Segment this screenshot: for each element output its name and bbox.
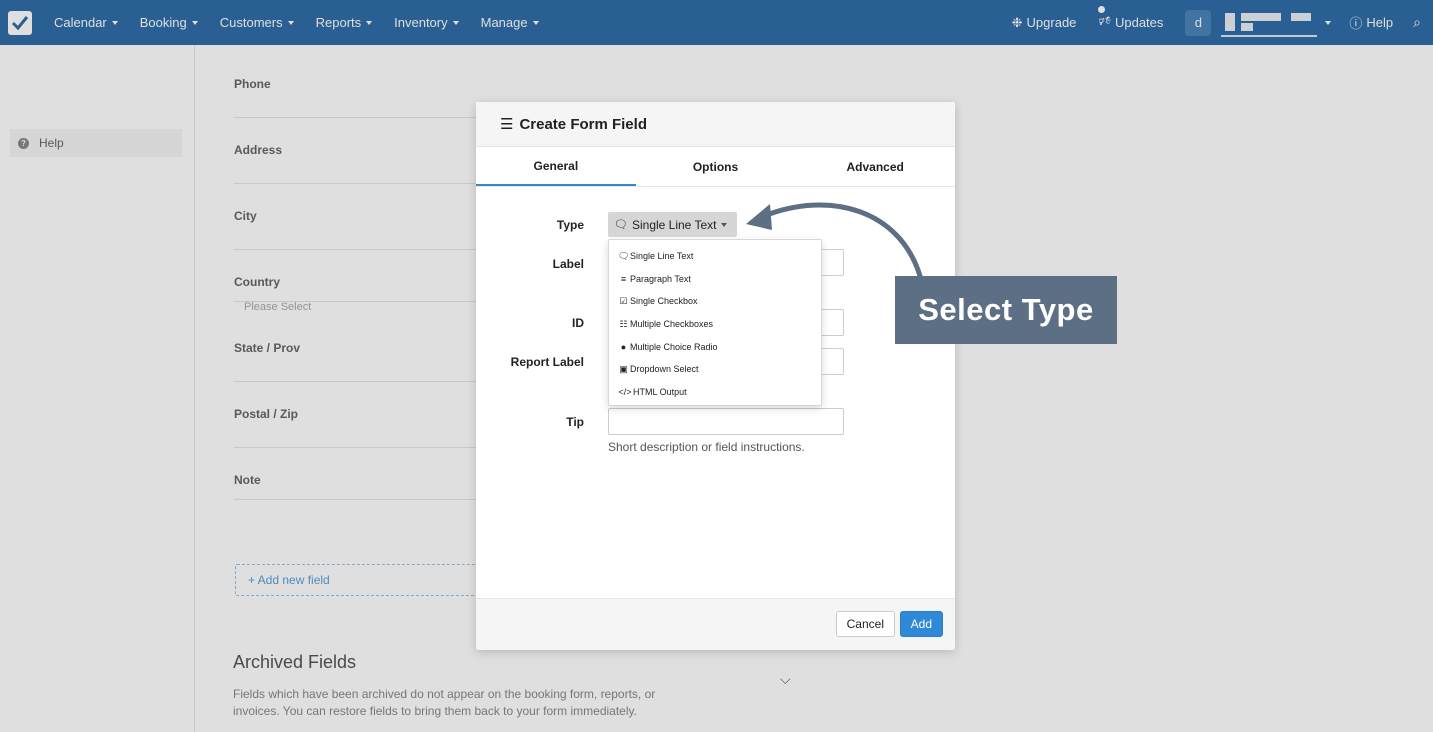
paragraph-icon: ≡ bbox=[620, 273, 627, 284]
add-button[interactable]: Add bbox=[899, 611, 943, 637]
speech-bubble-icon: 🗨 bbox=[614, 219, 628, 231]
select-type-callout: Select Type bbox=[895, 276, 1117, 344]
tip-help-text: Short description or field instructions. bbox=[608, 440, 805, 454]
tab-general[interactable]: General bbox=[476, 147, 636, 186]
checklist-icon: ☰ bbox=[500, 116, 514, 133]
select-box-icon: ▣ bbox=[619, 363, 628, 374]
tab-advanced[interactable]: Advanced bbox=[795, 147, 955, 186]
caret-down-icon bbox=[721, 222, 728, 227]
label-label: Label bbox=[552, 257, 584, 271]
report-label-label: Report Label bbox=[510, 355, 584, 369]
tab-options[interactable]: Options bbox=[636, 147, 796, 186]
checkbox-icon: ☑ bbox=[619, 295, 628, 306]
type-option-dropdown-select[interactable]: ▣ Dropdown Select bbox=[609, 358, 821, 381]
id-label: ID bbox=[572, 316, 584, 330]
type-option-html-output[interactable]: </> HTML Output bbox=[609, 381, 821, 404]
modal-tabs: General Options Advanced bbox=[476, 147, 955, 187]
modal-title: Create Form Field bbox=[519, 115, 647, 133]
tip-input[interactable] bbox=[608, 408, 844, 435]
type-option-multiple-choice-radio[interactable]: ● Multiple Choice Radio bbox=[609, 335, 821, 358]
speech-bubble-icon: 🗨 bbox=[618, 250, 630, 261]
cancel-button[interactable]: Cancel bbox=[835, 611, 895, 637]
type-option-single-checkbox[interactable]: ☑ Single Checkbox bbox=[609, 290, 821, 313]
tip-label: Tip bbox=[566, 415, 584, 429]
code-icon: </> bbox=[618, 386, 632, 397]
type-dropdown-button[interactable]: 🗨 Single Line Text bbox=[608, 212, 738, 237]
callout-arrow-icon bbox=[746, 202, 923, 279]
create-form-field-modal: ☰ Create Form Field General Options Adva… bbox=[476, 102, 955, 650]
list-icon: ☷ bbox=[619, 318, 628, 329]
type-option-multiple-checkboxes[interactable]: ☷ Multiple Checkboxes bbox=[609, 313, 821, 336]
type-label: Type bbox=[556, 218, 584, 232]
radio-icon: ● bbox=[620, 341, 627, 352]
modal-footer: Cancel Add bbox=[476, 598, 955, 650]
modal-header: ☰ Create Form Field bbox=[476, 102, 955, 147]
